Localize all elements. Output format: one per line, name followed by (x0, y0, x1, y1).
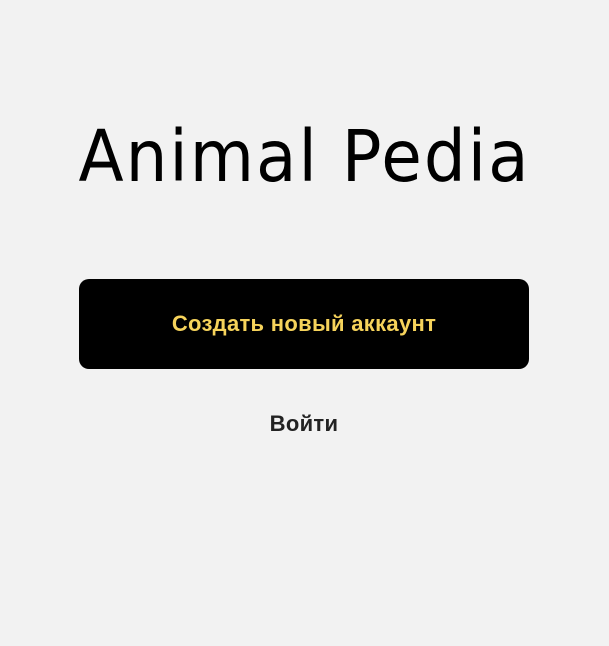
create-account-button[interactable]: Создать новый аккаунт (79, 279, 529, 369)
login-button[interactable]: Войти (204, 404, 404, 444)
create-account-label: Создать новый аккаунт (171, 311, 437, 336)
app-title: Animal Pedia (78, 114, 531, 199)
login-label: Войти (269, 411, 339, 436)
